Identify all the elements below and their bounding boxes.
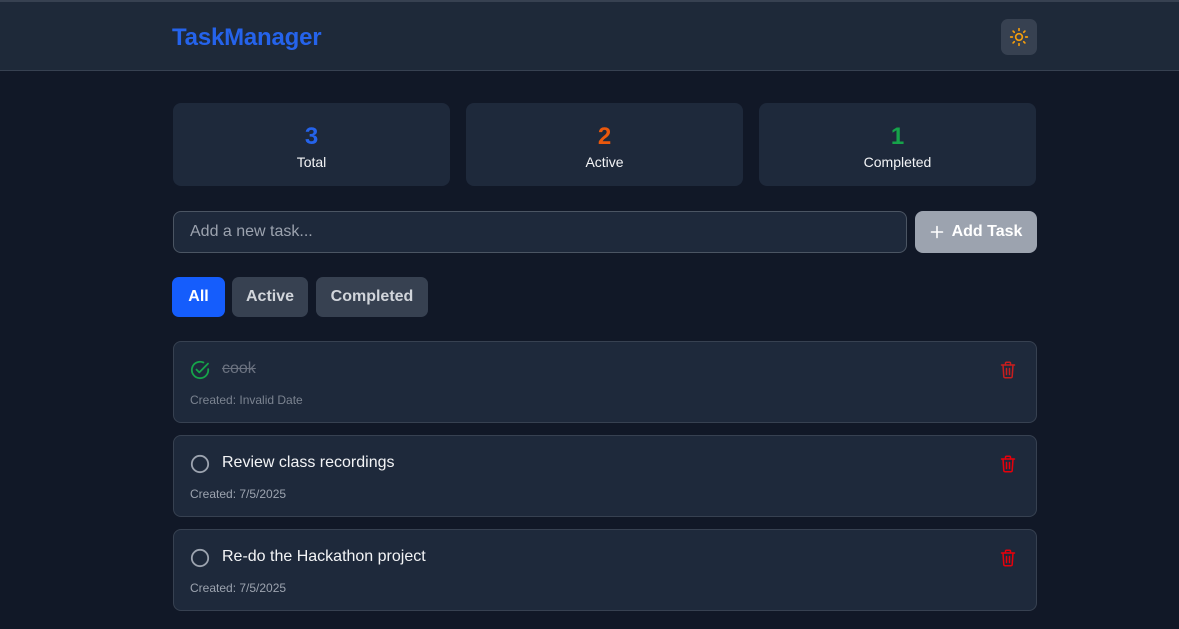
task-title: Review class recordings [222,454,395,471]
stat-total-label: Total [296,154,327,170]
trash-icon[interactable] [1000,455,1016,473]
theme-toggle-button[interactable] [1001,19,1037,55]
stat-card-completed: 1 Completed [759,103,1036,186]
check-circle-icon[interactable] [190,360,210,380]
top-navbar: TaskManager [0,0,1179,71]
plus-icon [930,225,943,239]
task-item: Re-do the Hackathon project Created: 7/5… [173,529,1037,611]
stat-card-total: 3 Total [173,103,450,186]
stat-total-value: 3 [304,123,319,150]
stat-completed-value: 1 [890,123,905,150]
stat-completed-label: Completed [863,154,932,170]
app-logo-text[interactable]: TaskManager [172,24,322,52]
task-item: Review class recordings Created: 7/5/202… [173,435,1037,517]
task-created-date: Created: 7/5/2025 [190,581,287,595]
filter-completed-button[interactable]: Completed [316,277,428,317]
trash-icon[interactable] [1000,361,1016,379]
filter-active-button[interactable]: Active [232,277,308,317]
stat-active-value: 2 [597,123,612,150]
new-task-input[interactable] [173,211,907,253]
trash-icon[interactable] [1000,549,1016,567]
stat-active-label: Active [585,154,624,170]
sun-icon [1009,27,1029,47]
task-title: cook [222,360,256,377]
task-created-date: Created: Invalid Date [190,393,303,407]
circle-checkbox-icon[interactable] [190,454,210,474]
stat-card-active: 2 Active [466,103,743,186]
task-item: cook Created: Invalid Date [173,341,1037,423]
add-task-label: Add Task [951,223,1023,240]
task-created-date: Created: 7/5/2025 [190,487,287,501]
filter-all-button[interactable]: All [172,277,225,317]
circle-checkbox-icon[interactable] [190,548,210,568]
add-task-button[interactable]: Add Task [915,211,1037,253]
task-title: Re-do the Hackathon project [222,548,426,565]
